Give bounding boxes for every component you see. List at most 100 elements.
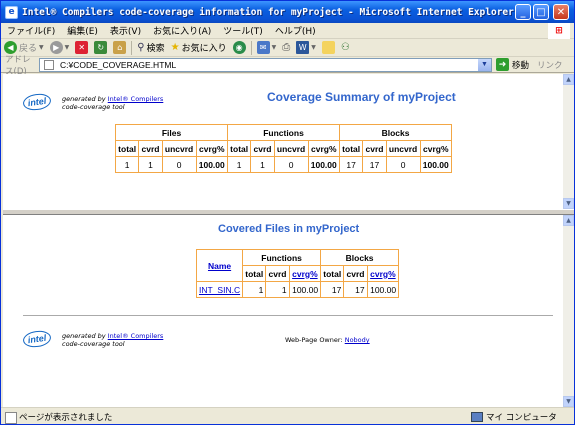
address-value: C:¥CODE_COVERAGE.HTML xyxy=(60,59,177,70)
scroll-down-icon[interactable]: ▼ xyxy=(563,198,574,209)
menu-bar: ファイル(F) 編集(E) 表示(V) お気に入り(A) ツール(T) ヘルプ(… xyxy=(1,23,574,39)
browser-window: e Intel® Compilers code-coverage informa… xyxy=(0,0,575,425)
address-bar: アドレス(D) C:¥CODE_COVERAGE.HTML ▼ ➜ 移動 リンク xyxy=(1,55,574,77)
intel-compilers-link[interactable]: Intel® Compilers xyxy=(108,332,164,340)
summary-table: Files Functions Blocks total cvrd uncvrd… xyxy=(114,124,452,173)
functions-cvrg: 100.00 xyxy=(307,156,340,173)
blocks-cvrd: 17 xyxy=(343,281,368,298)
files-cvrd: 1 xyxy=(138,156,163,173)
file-link[interactable]: INT_SIN.C xyxy=(199,285,240,295)
close-button[interactable]: ✕ xyxy=(553,4,569,20)
files-cvrd-header: cvrd xyxy=(138,140,163,157)
tool-text: code-coverage tool xyxy=(62,340,125,348)
refresh-icon: ↻ xyxy=(94,41,108,54)
menu-view[interactable]: 表示(V) xyxy=(104,24,147,37)
scroll-down-icon[interactable]: ▼ xyxy=(563,396,574,407)
messenger-icon: ⚇ xyxy=(340,42,350,53)
go-button[interactable]: ➜ 移動 xyxy=(496,58,529,71)
links-button[interactable]: リンク xyxy=(537,59,563,71)
minimize-button[interactable]: _ xyxy=(515,4,531,20)
blocks-cvrg-header: cvrg% xyxy=(366,265,400,282)
blocks-cvrg-header: cvrg% xyxy=(419,140,452,157)
discuss-icon xyxy=(321,41,335,54)
menu-help[interactable]: ヘルプ(H) xyxy=(269,24,322,37)
print-button[interactable]: ⎙ xyxy=(279,40,293,56)
windows-logo-icon: ⊞ xyxy=(548,23,570,39)
refresh-button[interactable]: ↻ xyxy=(91,40,110,56)
search-icon: ⚲ xyxy=(137,42,145,53)
home-button[interactable]: ⌂ xyxy=(110,40,129,56)
functions-total-header: total xyxy=(226,140,252,157)
forward-dropdown-icon: ▼ xyxy=(64,44,70,51)
files-total: 1 xyxy=(114,156,140,173)
blocks-cvrg: 100.00 xyxy=(419,156,452,173)
intel-compilers-link[interactable]: Intel® Compilers xyxy=(108,95,164,103)
edit-dropdown-icon: ▼ xyxy=(311,44,316,51)
summary-frame: intel generated by Intel® Compilers code… xyxy=(3,74,563,209)
discuss-button[interactable] xyxy=(319,40,338,56)
blocks-total: 17 xyxy=(320,281,345,298)
functions-uncvrd: 0 xyxy=(273,156,309,173)
favorites-button[interactable]: ★ お気に入り xyxy=(168,40,230,56)
generator-note: generated by Intel® Compilers code-cover… xyxy=(62,95,163,111)
footer-divider xyxy=(23,315,553,316)
functions-cvrd-header: cvrd xyxy=(250,140,275,157)
tool-text: code-coverage tool xyxy=(62,103,125,111)
title-bar[interactable]: e Intel® Compilers code-coverage informa… xyxy=(1,1,574,23)
page-icon xyxy=(44,59,54,70)
functions-cvrd: 1 xyxy=(265,281,290,298)
maximize-button[interactable]: □ xyxy=(533,4,549,20)
summary-title: Coverage Summary of myProject xyxy=(267,90,456,104)
blocks-cvrg: 100.00 xyxy=(366,281,400,298)
stop-icon: ✕ xyxy=(75,41,89,54)
edit-button[interactable]: W ▼ xyxy=(293,40,319,56)
files-cvrg: 100.00 xyxy=(195,156,228,173)
blocks-total-header: total xyxy=(338,140,364,157)
back-dropdown-icon: ▼ xyxy=(39,44,44,51)
toolbar-divider xyxy=(250,40,252,55)
menu-edit[interactable]: 編集(E) xyxy=(61,24,104,37)
home-icon: ⌂ xyxy=(113,41,127,54)
files-uncvrd: 0 xyxy=(161,156,197,173)
table-row: INT_SIN.C 1 1 100.00 17 17 100.00 xyxy=(195,281,400,298)
address-dropdown-icon[interactable]: ▼ xyxy=(478,58,491,71)
computer-icon xyxy=(471,411,483,422)
blocks-cvrd: 17 xyxy=(362,156,387,173)
menu-favorites[interactable]: お気に入り(A) xyxy=(147,24,217,37)
address-input[interactable]: C:¥CODE_COVERAGE.HTML ▼ xyxy=(39,57,492,72)
intel-logo: intel xyxy=(22,329,52,349)
menu-tools[interactable]: ツール(T) xyxy=(217,24,269,37)
blocks-cvrg-sort-link[interactable]: cvrg% xyxy=(370,269,396,279)
menu-file[interactable]: ファイル(F) xyxy=(1,24,61,37)
forward-button[interactable]: ▶ ▼ xyxy=(47,40,73,56)
scroll-up-icon[interactable]: ▲ xyxy=(563,74,574,85)
owner-link[interactable]: Nobody xyxy=(345,336,370,344)
search-button[interactable]: ⚲ 検索 xyxy=(134,40,167,56)
files-scrollbar[interactable]: ▲ ▼ xyxy=(563,215,574,407)
forward-arrow-icon: ▶ xyxy=(49,41,63,54)
files-total-header: total xyxy=(114,140,140,157)
messenger-button[interactable]: ⚇ xyxy=(338,40,353,56)
intel-logo: intel xyxy=(22,92,52,112)
word-icon: W xyxy=(296,41,310,54)
functions-cvrg: 100.00 xyxy=(288,281,322,298)
generator-note: generated by Intel® Compilers code-cover… xyxy=(62,332,163,348)
search-label: 検索 xyxy=(146,44,165,54)
functions-cvrd-header: cvrd xyxy=(265,265,290,282)
name-sort-link[interactable]: Name xyxy=(208,261,231,271)
zone-label: マイ コンピュータ xyxy=(486,412,557,423)
stop-button[interactable]: ✕ xyxy=(72,40,91,56)
owner-label: Web-Page Owner: xyxy=(285,336,343,344)
files-uncvrd-header: uncvrd xyxy=(161,140,197,157)
mail-button[interactable]: ✉ ▼ xyxy=(254,40,280,56)
summary-scrollbar[interactable]: ▲ ▼ xyxy=(563,74,574,209)
functions-cvrd: 1 xyxy=(250,156,275,173)
blocks-group-header: Blocks xyxy=(339,124,452,141)
media-button[interactable]: ◉ xyxy=(230,40,249,56)
sub-header-row: total cvrd uncvrd cvrg% total cvrd uncvr… xyxy=(114,140,452,157)
functions-cvrg-sort-link[interactable]: cvrg% xyxy=(292,269,318,279)
scroll-up-icon[interactable]: ▲ xyxy=(563,215,574,226)
files-frame: Covered Files in myProject Name Function… xyxy=(3,215,563,407)
group-header-row: Name Functions Blocks xyxy=(195,249,400,282)
functions-total: 1 xyxy=(242,281,267,298)
